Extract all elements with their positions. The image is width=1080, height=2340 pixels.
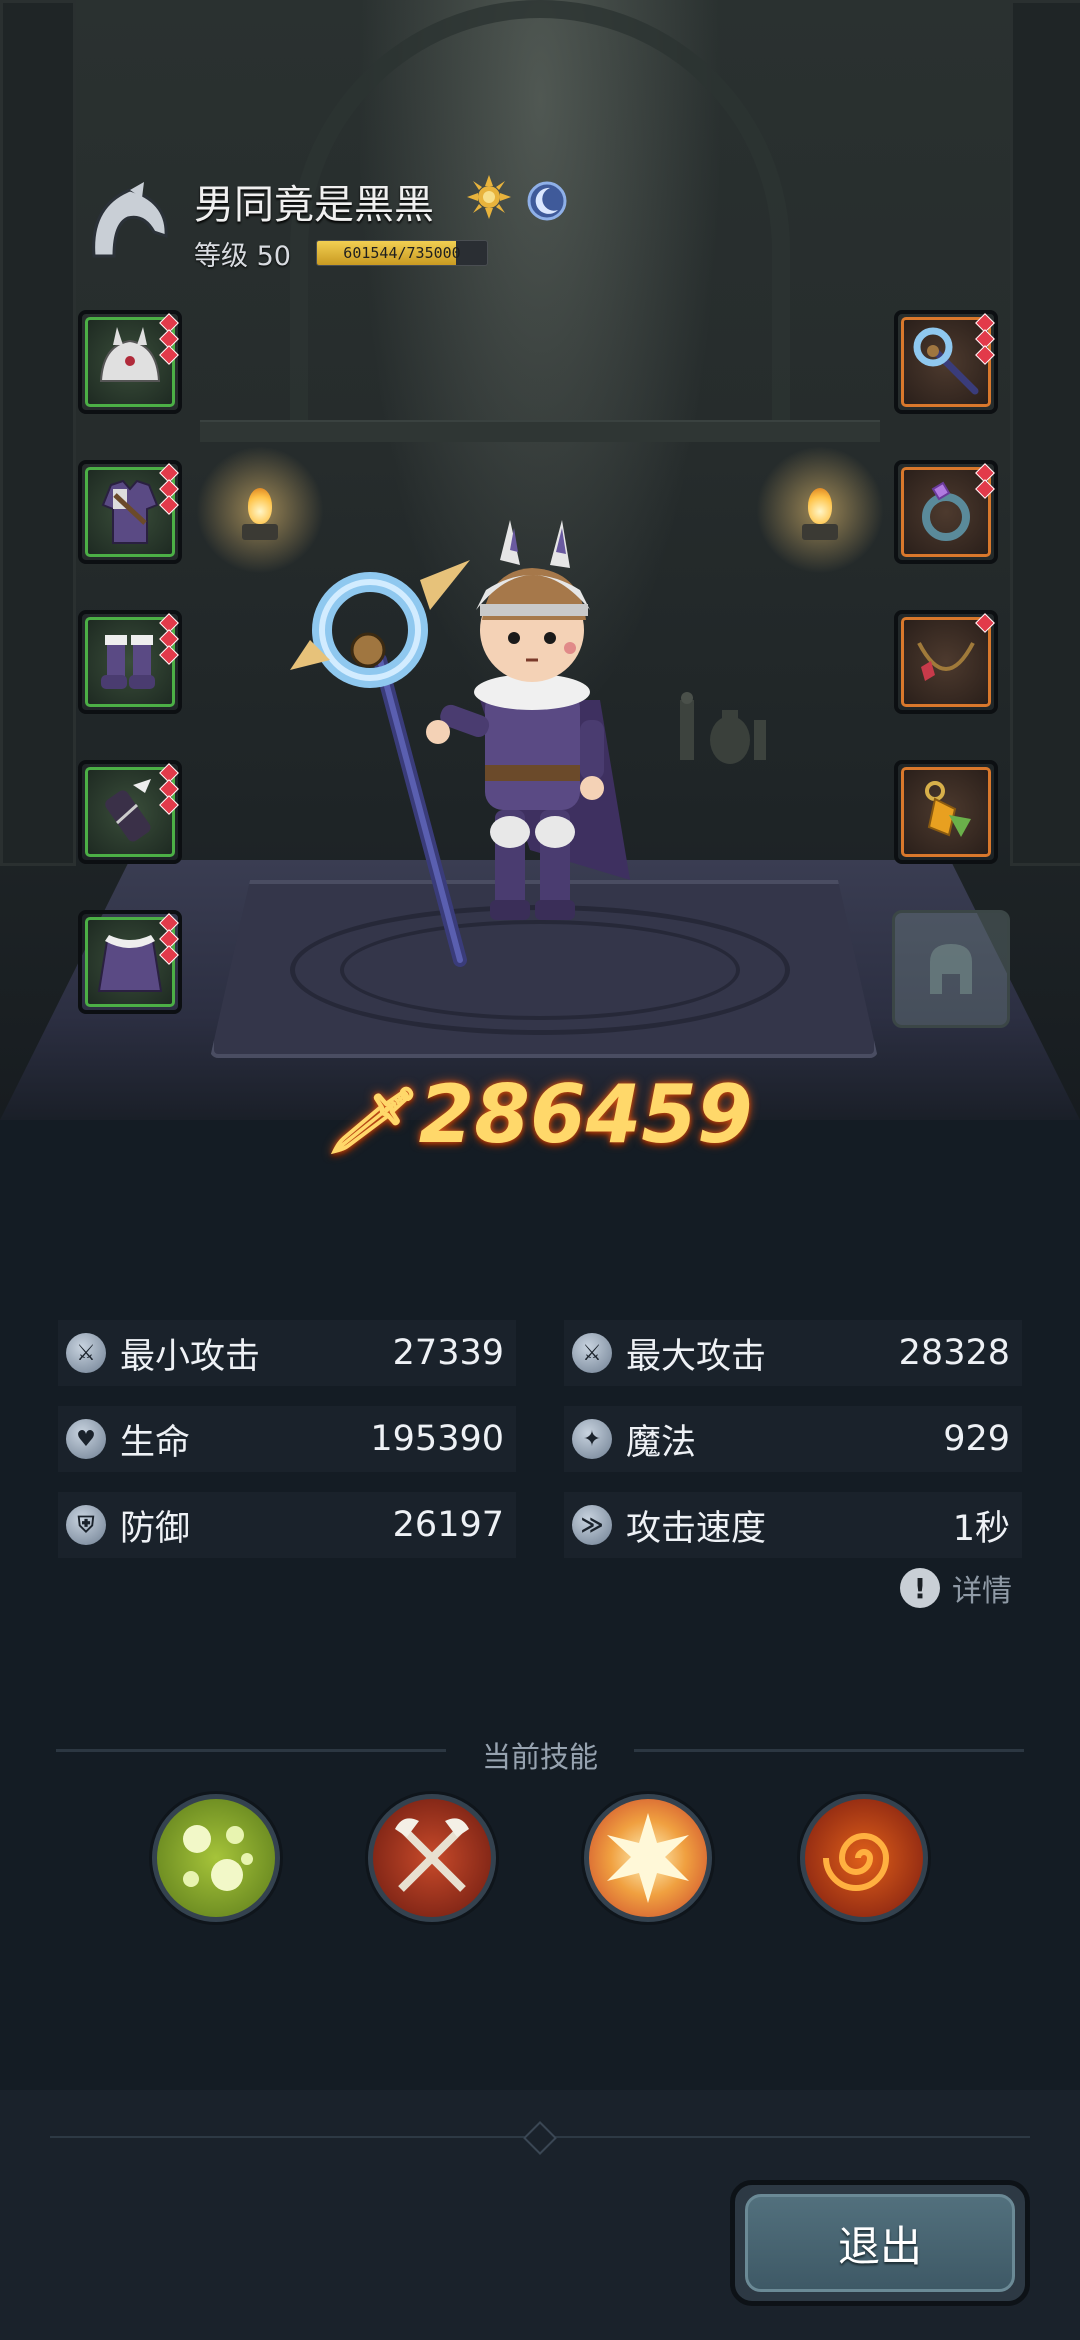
exit-button[interactable]: 退出 <box>730 2180 1030 2306</box>
stat-value: 26197 <box>392 1505 504 1545</box>
equip-slot-ring[interactable] <box>894 460 998 564</box>
combat-power: 🗡 286459 <box>0 1068 1080 1161</box>
combat-power-value: 286459 <box>418 1068 753 1161</box>
hero-character <box>290 520 630 967</box>
stat-defense: ⛨ 防御 26197 <box>58 1492 516 1558</box>
ring-item-icon <box>922 481 970 541</box>
stat-mp: ✦ 魔法 929 <box>564 1406 1022 1472</box>
stat-max-attack: ⚔ 最大攻击 28328 <box>564 1320 1022 1386</box>
equip-slot-helmet[interactable] <box>78 310 182 414</box>
stat-value: 195390 <box>370 1419 504 1459</box>
table-vases <box>680 692 766 764</box>
stat-min-attack: ⚔ 最小攻击 27339 <box>58 1320 516 1386</box>
stat-value: 929 <box>943 1419 1010 1459</box>
necklace-item-icon <box>917 642 975 681</box>
poison-bubbles-icon <box>183 1825 253 1891</box>
empty-equip-slot[interactable] <box>892 910 1010 1028</box>
player-name: 男同竟是黑黑 <box>194 182 434 228</box>
sword-icon: ⚔ <box>572 1333 612 1373</box>
stat-label: 魔法 <box>626 1422 697 1463</box>
gloves-item-icon <box>105 779 151 842</box>
wall-shelf <box>200 420 880 442</box>
equip-slot-boots[interactable] <box>78 610 182 714</box>
skill-fire-vortex[interactable] <box>800 1794 928 1922</box>
cloak-item-icon <box>97 935 163 992</box>
stat-attack-speed: ≫ 攻击速度 1秒 <box>564 1492 1022 1558</box>
skills-title: 当前技能 <box>481 1740 598 1774</box>
equip-slot-necklace[interactable] <box>894 610 998 714</box>
skill-poison-bubbles[interactable] <box>152 1794 280 1922</box>
heart-icon: ♥ <box>66 1419 106 1459</box>
exp-bar: 601544/735000 <box>316 240 488 266</box>
crossed-axes-icon <box>395 1818 469 1892</box>
explosion-icon <box>607 1813 689 1903</box>
left-pillar <box>0 0 76 866</box>
skill-crossed-axes[interactable] <box>368 1794 496 1922</box>
exp-text: 601544/735000 <box>343 244 461 262</box>
sun-badge-icon <box>467 175 511 219</box>
stat-label: 最大攻击 <box>626 1336 767 1377</box>
sword-power-icon: 🗡 <box>327 1084 409 1158</box>
armor-item-icon <box>101 479 159 544</box>
magic-icon: ✦ <box>572 1419 612 1459</box>
helmet-avatar-icon <box>92 182 168 258</box>
details-button[interactable]: ! 详情 <box>900 1566 1012 1610</box>
boots-item-icon <box>101 635 155 689</box>
speed-icon: ≫ <box>572 1505 612 1545</box>
helmet-item-icon <box>99 327 161 382</box>
stat-value: 27339 <box>392 1333 504 1373</box>
equip-slot-armor[interactable] <box>78 460 182 564</box>
fire-vortex-icon <box>823 1833 890 1891</box>
exclamation-icon: ! <box>900 1568 940 1608</box>
shield-icon: ⛨ <box>66 1505 106 1545</box>
empty-slot-placeholder-icon <box>930 944 972 994</box>
stat-label: 最小攻击 <box>120 1336 261 1377</box>
right-torch <box>756 446 884 574</box>
amulet-item-icon <box>925 781 971 837</box>
stat-label: 生命 <box>120 1422 191 1463</box>
stat-label: 攻击速度 <box>626 1508 767 1549</box>
exit-button-label: 退出 <box>745 2194 1015 2292</box>
footer-diamond-ornament <box>523 2121 557 2155</box>
sword-icon: ⚔ <box>66 1333 106 1373</box>
stat-value: 1秒 <box>952 1508 1010 1549</box>
moon-badge-icon <box>527 181 567 221</box>
equip-slot-weapon[interactable] <box>894 310 998 414</box>
skill-explosion[interactable] <box>584 1794 712 1922</box>
stat-label: 防御 <box>120 1508 191 1549</box>
details-label: 详情 <box>952 1574 1012 1609</box>
equip-slot-cloak[interactable] <box>78 910 182 1014</box>
player-level: 等级 50 <box>194 241 291 272</box>
staff-item-icon <box>913 327 979 395</box>
player-avatar[interactable] <box>84 176 176 268</box>
equip-slot-amulet[interactable] <box>894 760 998 864</box>
stat-value: 28328 <box>898 1333 1010 1373</box>
stat-hp: ♥ 生命 195390 <box>58 1406 516 1472</box>
equip-slot-gloves[interactable] <box>78 760 182 864</box>
right-pillar <box>1010 0 1080 866</box>
